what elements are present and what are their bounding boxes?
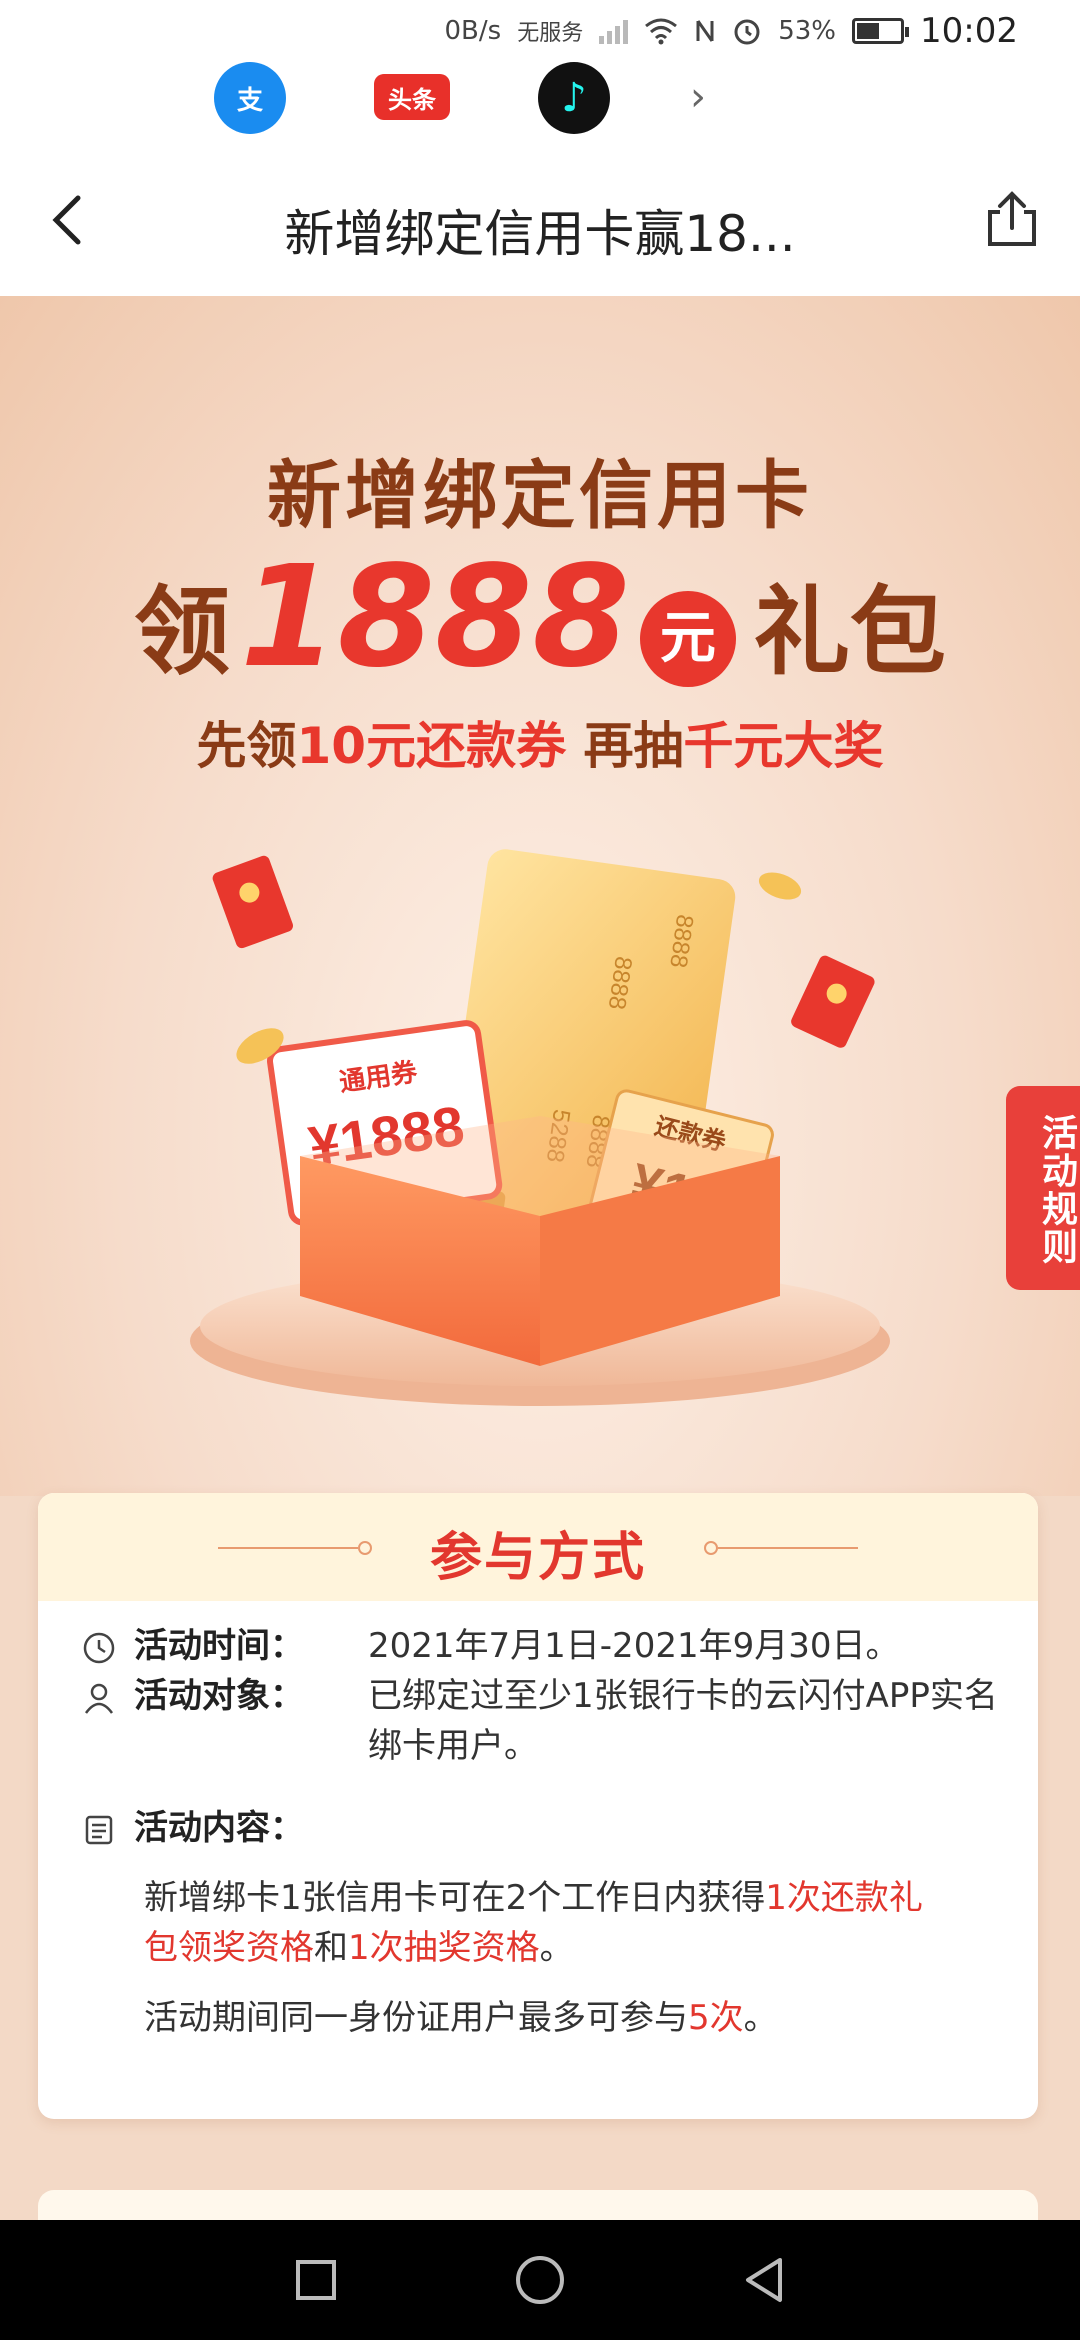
home-icon[interactable] <box>510 2250 570 2310</box>
content-2c: 1次抽奖资格 <box>348 1928 540 1968</box>
content-label: 活动内容： <box>134 1808 304 1848</box>
toutiao-app-icon[interactable]: 头条 <box>374 74 450 120</box>
target-value-2: 绑卡用户。 <box>368 1726 538 1766</box>
content-1a: 新增绑卡1张信用卡可在2个工作日内获得 <box>144 1878 766 1918</box>
user-icon <box>84 1683 114 1714</box>
target-label: 活动对象： <box>134 1676 304 1716</box>
content-3b: 5次 <box>688 1998 744 2038</box>
card-header: 参与方式 <box>38 1493 1038 1601</box>
content-2b: 和 <box>314 1928 348 1968</box>
clock-icon <box>83 1632 115 1664</box>
hero-title-suffix: 礼包 <box>753 576 946 688</box>
recent-apps-strip: 支 头条 ♪ › <box>0 60 1080 160</box>
content-3a: 活动期间同一身份证用户最多可参与 <box>144 1998 688 2038</box>
carrier-text: 无服务 <box>517 21 584 46</box>
recents-icon[interactable] <box>286 2250 346 2310</box>
tiktok-app-icon[interactable]: ♪ <box>538 62 610 134</box>
net-speed: 0B/s <box>444 16 502 46</box>
nfc-icon <box>696 20 714 42</box>
system-nav-bar <box>0 2220 1080 2340</box>
content-2a: 包领奖资格 <box>144 1928 314 1968</box>
battery-icon <box>852 18 910 44</box>
content-line-3: 活动期间同一身份证用户最多可参与5次。 <box>144 1993 998 2043</box>
alarm-icon <box>734 19 760 45</box>
content-line-1: 新增绑卡1张信用卡可在2个工作日内获得1次还款礼 <box>144 1873 998 1923</box>
content-2d: 。 <box>539 1928 574 1968</box>
hero-amount: 1888 <box>240 536 630 699</box>
share-icon[interactable] <box>980 188 1044 252</box>
chevron-right-icon[interactable]: › <box>690 74 706 120</box>
time-label: 活动时间： <box>134 1626 304 1666</box>
gift-box-illustration: 8888 8888 5288 8888 通用券 ¥1888 还款券 ¥10 <box>190 849 890 1406</box>
clock: 10:02 <box>920 11 1018 51</box>
content-1b: 1次还款礼 <box>765 1878 923 1918</box>
target-value-1: 已绑定过至少1张银行卡的云闪付APP实名 <box>368 1676 998 1716</box>
content-line-2: 包领奖资格和1次抽奖资格。 <box>144 1923 998 1973</box>
subtitle-part2: 再抽 <box>583 717 684 775</box>
subtitle-red1: 10元还款券 <box>296 717 567 775</box>
hero-title-line1: 新增绑定信用卡 <box>267 453 813 539</box>
alipay-app-icon[interactable]: 支 <box>214 62 286 134</box>
activity-rules-tab[interactable]: 活动规则 <box>1006 1086 1080 1290</box>
signal-icon <box>599 18 629 44</box>
alipay-label: 支 <box>236 85 263 116</box>
divider <box>718 1547 858 1549</box>
participation-card: 参与方式 活动时间： 2021年7月1日-2021年9月30日。 活动对象： 已… <box>38 1493 1038 2119</box>
page-title: 新增绑定信用卡赢18... <box>284 205 796 263</box>
document-icon <box>85 1815 113 1845</box>
back-icon[interactable] <box>40 190 100 250</box>
status-bar: 0B/s 无服务 53% 10:02 <box>0 0 1080 60</box>
card-title: 参与方式 <box>429 1528 646 1588</box>
decor-dot <box>704 1541 718 1555</box>
hero-subtitle: 先领10元还款券 再抽千元大奖 <box>0 706 1080 778</box>
back-nav-icon[interactable] <box>734 2250 794 2310</box>
battery-percent: 53% <box>778 16 837 46</box>
hero-title-prefix: 领 <box>134 576 231 688</box>
subtitle-part1: 先领 <box>196 717 297 775</box>
hero-banner: 新增绑定信用卡 领1888元礼包 先领10元还款券 再抽千元大奖 8888 8 <box>0 296 1080 1496</box>
content-3c: 。 <box>743 1998 778 2038</box>
hero-title-line2: 领1888 元礼包 <box>0 536 1080 699</box>
time-value: 2021年7月1日-2021年9月30日。 <box>368 1626 900 1666</box>
subtitle-red2: 千元大奖 <box>683 717 884 775</box>
hero-yuan-badge: 元 <box>639 590 736 687</box>
nav-bar: 新增绑定信用卡赢18... <box>0 160 1080 297</box>
activity-target-row: 活动对象： 已绑定过至少1张银行卡的云闪付APP实名 绑卡用户。 <box>82 1671 998 1771</box>
tiktok-label: ♪ <box>561 75 587 121</box>
toutiao-label: 头条 <box>388 85 436 114</box>
wifi-icon <box>645 18 678 45</box>
